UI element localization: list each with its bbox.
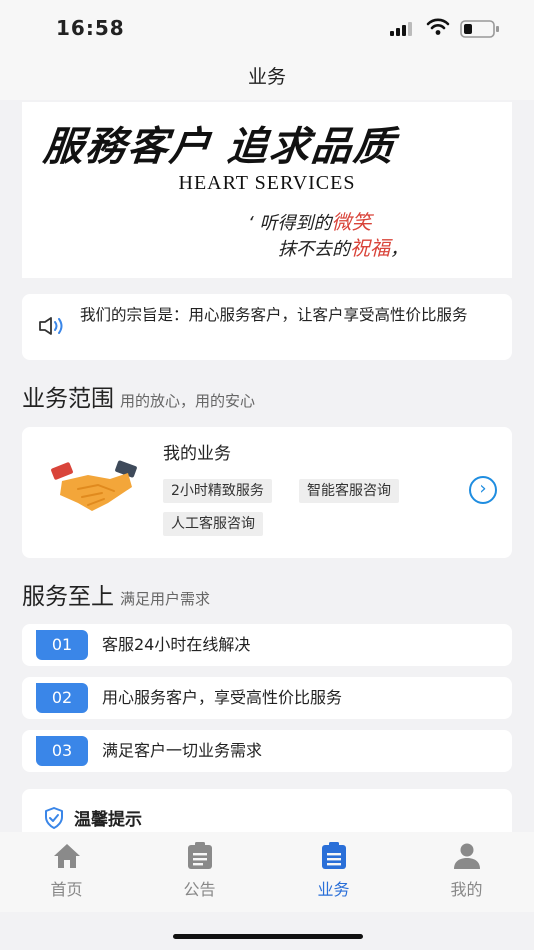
tab-business[interactable]: 业务 (267, 832, 400, 912)
tab-mine[interactable]: 我的 (400, 832, 533, 912)
item-number-badge: 02 (36, 683, 88, 713)
user-icon (454, 843, 480, 869)
home-indicator (173, 934, 363, 939)
tab-bar: 首页 公告 业务 我的 (0, 832, 534, 912)
tab-label: 业务 (317, 880, 350, 899)
scope-title: 业务范围 (22, 386, 114, 412)
banner-quote-line1: ‘ 听得到的微笑 (248, 210, 372, 234)
item-number-badge: 03 (36, 736, 88, 766)
banner-english: HEART SERVICES (178, 172, 356, 194)
item-text: 满足客户一切业务需求 (102, 741, 263, 760)
banner-quote-line2: 抹不去的祝福， (278, 236, 408, 260)
status-bar: 16:58 (0, 0, 534, 58)
tip-title: 温馨提示 (74, 810, 142, 830)
service-title: 服务至上 (22, 584, 114, 610)
business-tag[interactable]: 智能客服咨询 (299, 479, 399, 503)
signal-icon (390, 22, 412, 36)
banner: 服務客户 追求品质 HEART SERVICES ‘ 听得到的微笑 抹不去的祝福… (22, 102, 512, 278)
list-doc-icon (322, 842, 346, 869)
list-item[interactable]: 02 用心服务客户，享受高性价比服务 (22, 677, 512, 719)
tab-announcement[interactable]: 公告 (133, 832, 266, 912)
service-subtitle: 满足用户需求 (120, 590, 211, 608)
tab-label: 我的 (450, 880, 483, 899)
scope-heading: 业务范围 用的放心，用的安心 (22, 379, 255, 413)
tab-label: 首页 (50, 880, 83, 899)
page-title: 业务 (247, 66, 286, 88)
banner-calligraphy: 服務客户 追求品质 (41, 123, 399, 170)
handshake-icon (51, 460, 137, 511)
speaker-icon (39, 317, 63, 335)
notice-bar[interactable]: 我们的宗旨是：用心服务客户，让客户享受高性价比服务 (22, 294, 512, 360)
service-heading: 服务至上 满足用户需求 (22, 577, 210, 611)
tab-label: 公告 (183, 880, 216, 899)
nav-bar: 业务 (0, 58, 534, 100)
notice-text: 我们的宗旨是：用心服务客户，让客户享受高性价比服务 (80, 306, 468, 324)
shield-check-icon (45, 807, 63, 829)
business-tag[interactable]: 人工客服咨询 (163, 512, 263, 536)
item-number-badge: 01 (36, 630, 88, 660)
list-item[interactable]: 01 客服24小时在线解决 (22, 624, 512, 666)
battery-icon (460, 20, 499, 38)
status-time: 16:58 (56, 16, 125, 40)
list-item[interactable]: 03 满足客户一切业务需求 (22, 730, 512, 772)
tab-home[interactable]: 首页 (0, 832, 133, 912)
chevron-right-icon[interactable]: › (469, 476, 497, 504)
business-tag[interactable]: 2小时精致服务 (163, 479, 272, 503)
clipboard-icon (188, 842, 212, 869)
my-business-card[interactable]: 我的业务 2小时精致服务 智能客服咨询 人工客服咨询 › (22, 427, 512, 558)
home-icon (54, 844, 80, 868)
wifi-icon (426, 18, 450, 35)
item-text: 用心服务客户，享受高性价比服务 (102, 688, 343, 707)
scope-subtitle: 用的放心，用的安心 (120, 392, 256, 410)
item-text: 客服24小时在线解决 (102, 635, 251, 654)
business-title: 我的业务 (163, 444, 231, 464)
